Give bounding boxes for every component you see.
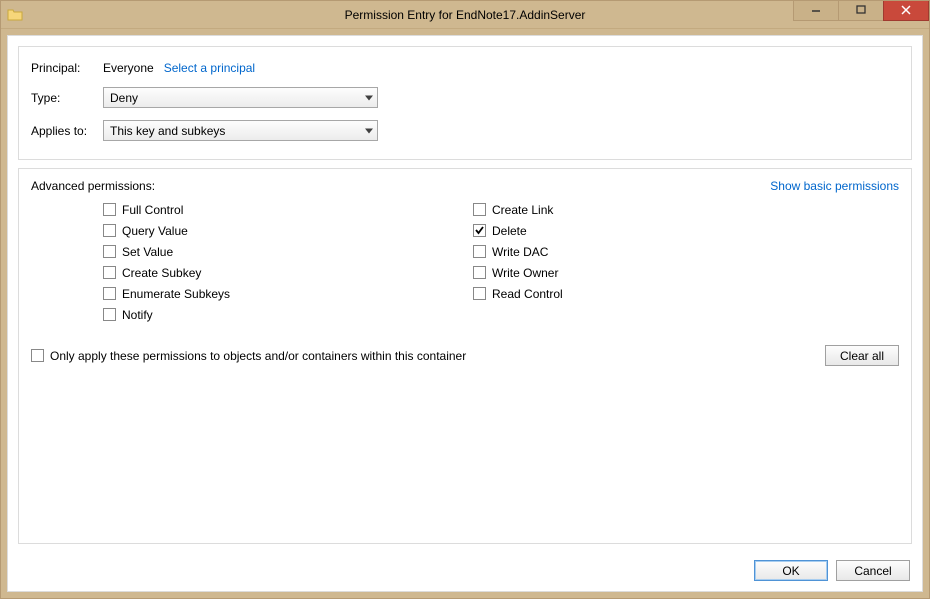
applies-to-combo-value: This key and subkeys xyxy=(110,124,225,138)
applies-to-label: Applies to: xyxy=(31,124,103,138)
checkbox-box xyxy=(103,203,116,216)
maximize-button[interactable] xyxy=(838,1,884,21)
ok-button[interactable]: OK xyxy=(754,560,828,581)
cancel-button[interactable]: Cancel xyxy=(836,560,910,581)
checkbox-box xyxy=(473,266,486,279)
chevron-down-icon xyxy=(365,128,373,133)
permission-checkbox[interactable]: Query Value xyxy=(103,220,473,241)
permission-checkbox[interactable]: Read Control xyxy=(473,283,843,304)
only-apply-checkbox[interactable]: Only apply these permissions to objects … xyxy=(31,345,466,366)
permission-checkbox[interactable]: Enumerate Subkeys xyxy=(103,283,473,304)
client-area: Principal: Everyone Select a principal T… xyxy=(7,35,923,592)
close-button[interactable] xyxy=(883,1,929,21)
checkbox-box xyxy=(103,245,116,258)
chevron-down-icon xyxy=(365,95,373,100)
permission-label: Read Control xyxy=(492,287,563,301)
principal-value: Everyone xyxy=(103,61,154,75)
permission-label: Create Link xyxy=(492,203,553,217)
minimize-button[interactable] xyxy=(793,1,839,21)
permission-label: Query Value xyxy=(122,224,188,238)
permission-label: Notify xyxy=(122,308,153,322)
applies-to-combo[interactable]: This key and subkeys xyxy=(103,120,378,141)
permissions-columns: Full Control Query Value Set Value Create S… xyxy=(103,199,899,325)
checkbox-box xyxy=(473,203,486,216)
window-frame: Permission Entry for EndNote17.AddinServ… xyxy=(0,0,930,599)
permission-label: Set Value xyxy=(122,245,173,259)
dialog-buttons: OK Cancel xyxy=(8,552,922,591)
window-title: Permission Entry for EndNote17.AddinServ… xyxy=(1,8,929,22)
permission-checkbox[interactable]: Write Owner xyxy=(473,262,843,283)
permission-checkbox[interactable]: Set Value xyxy=(103,241,473,262)
permission-checkbox[interactable]: Notify xyxy=(103,304,473,325)
checkbox-box xyxy=(103,287,116,300)
permission-checkbox[interactable]: Create Link xyxy=(473,199,843,220)
permission-label: Delete xyxy=(492,224,527,238)
checkbox-box xyxy=(31,349,44,362)
folder-icon xyxy=(7,7,23,23)
checkbox-box xyxy=(473,245,486,258)
permission-checkbox[interactable]: Delete xyxy=(473,220,843,241)
checkbox-box xyxy=(103,308,116,321)
only-apply-label: Only apply these permissions to objects … xyxy=(50,349,466,363)
checkbox-box xyxy=(473,287,486,300)
principal-section: Principal: Everyone Select a principal T… xyxy=(18,46,912,160)
permissions-right-column: Create Link Delete Write DAC Write Owner Rea… xyxy=(473,199,843,325)
select-principal-link[interactable]: Select a principal xyxy=(164,61,255,75)
window-controls xyxy=(794,1,929,21)
permission-checkbox[interactable]: Write DAC xyxy=(473,241,843,262)
permissions-section: Advanced permissions: Show basic permiss… xyxy=(18,168,912,544)
checkbox-box xyxy=(473,224,486,237)
type-combo-value: Deny xyxy=(110,91,138,105)
titlebar[interactable]: Permission Entry for EndNote17.AddinServ… xyxy=(1,1,929,29)
permission-label: Enumerate Subkeys xyxy=(122,287,230,301)
permission-label: Write Owner xyxy=(492,266,558,280)
checkbox-box xyxy=(103,266,116,279)
permissions-heading: Advanced permissions: xyxy=(31,179,155,193)
type-label: Type: xyxy=(31,91,103,105)
permission-checkbox[interactable]: Create Subkey xyxy=(103,262,473,283)
clear-all-button[interactable]: Clear all xyxy=(825,345,899,366)
permission-label: Create Subkey xyxy=(122,266,201,280)
principal-label: Principal: xyxy=(31,61,103,75)
permission-label: Write DAC xyxy=(492,245,548,259)
checkbox-box xyxy=(103,224,116,237)
type-combo[interactable]: Deny xyxy=(103,87,378,108)
show-basic-permissions-link[interactable]: Show basic permissions xyxy=(770,179,899,193)
permission-label: Full Control xyxy=(122,203,183,217)
permissions-left-column: Full Control Query Value Set Value Create S… xyxy=(103,199,473,325)
permission-checkbox[interactable]: Full Control xyxy=(103,199,473,220)
